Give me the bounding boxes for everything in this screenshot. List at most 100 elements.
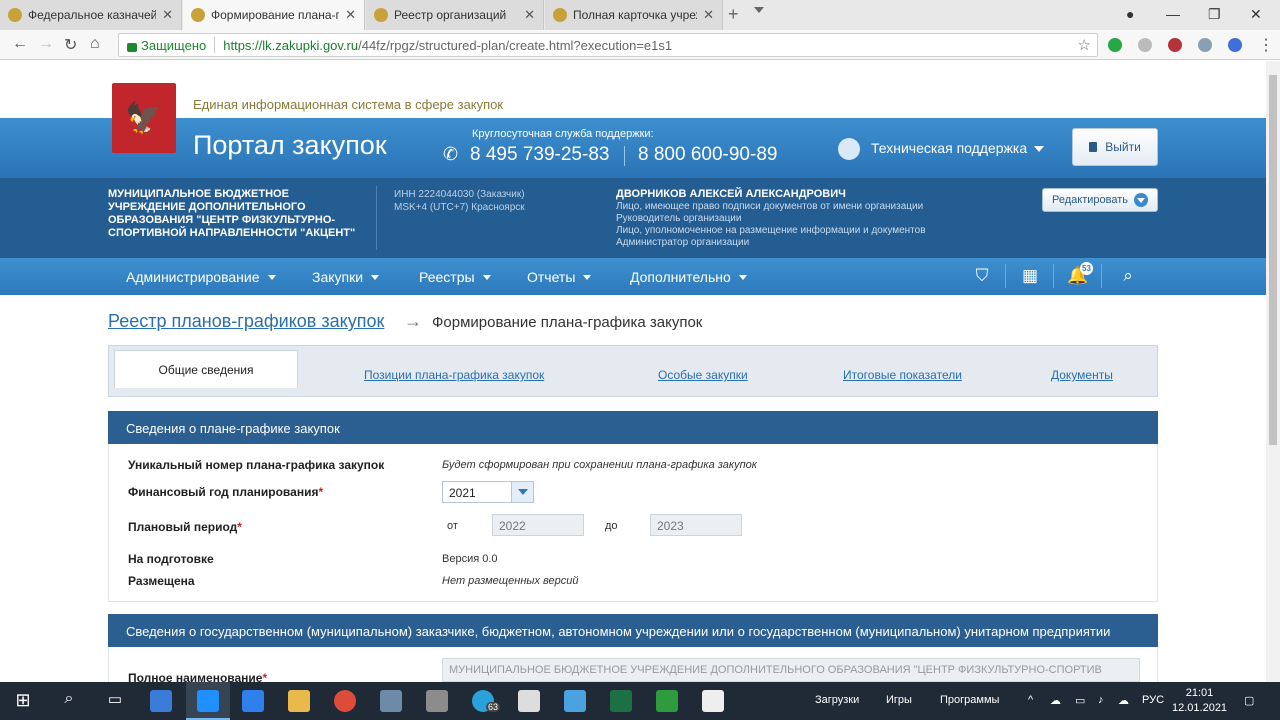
cloud-sync-icon[interactable]: ☁ bbox=[1118, 694, 1129, 707]
extension-icon[interactable] bbox=[1108, 38, 1122, 52]
shield-icon[interactable]: ⛉ bbox=[971, 265, 993, 287]
tab-list-chevron-icon[interactable] bbox=[754, 7, 764, 13]
fin-year-select[interactable]: 2021 bbox=[442, 481, 534, 503]
browser-tab-active[interactable]: Формирование плана-г ✕ bbox=[183, 0, 365, 30]
profile-icon[interactable]: ● bbox=[1126, 6, 1134, 22]
new-tab-icon[interactable]: + bbox=[728, 4, 739, 25]
reload-icon[interactable]: ↻ bbox=[64, 35, 77, 55]
app-icon[interactable] bbox=[426, 690, 448, 712]
phone-icon: ✆ bbox=[443, 144, 459, 164]
menu-item-label: Закупки bbox=[312, 269, 364, 285]
tab-general-info[interactable]: Общие сведения bbox=[114, 350, 298, 388]
in-preparation-value: Версия 0.0 bbox=[442, 553, 498, 565]
chevron-down-icon bbox=[371, 274, 380, 280]
cloud-icon[interactable]: ☁ bbox=[1050, 694, 1061, 707]
app-icon[interactable] bbox=[197, 690, 219, 712]
volume-icon[interactable]: ♪ bbox=[1098, 694, 1104, 706]
divider bbox=[1005, 264, 1006, 288]
tab-plan-positions[interactable]: Позиции плана-графика закупок bbox=[364, 368, 544, 382]
language-indicator[interactable]: РУС bbox=[1142, 694, 1164, 706]
tab-documents[interactable]: Документы bbox=[1051, 368, 1113, 382]
coat-of-arms-icon bbox=[374, 8, 388, 22]
menu-item-label: Реестры bbox=[419, 269, 475, 285]
support-phone-1: 8 495 739-25-83 bbox=[470, 144, 610, 165]
maximize-icon[interactable]: ❐ bbox=[1208, 6, 1221, 23]
folder-icon[interactable] bbox=[288, 690, 310, 712]
browser-tab[interactable]: Полная карточка учреж ✕ bbox=[545, 0, 723, 30]
full-name-label: Полное наименование* bbox=[128, 671, 267, 682]
user-name: ДВОРНИКОВ АЛЕКСЕЙ АЛЕКСАНДРОВИЧ bbox=[616, 188, 846, 200]
organization-timezone: MSK+4 (UTC+7) Красноярск bbox=[394, 202, 525, 213]
app-icon[interactable] bbox=[150, 690, 172, 712]
ie-icon[interactable] bbox=[242, 690, 264, 712]
tab-special-purchases[interactable]: Особые закупки bbox=[658, 368, 748, 382]
window-close-icon[interactable]: ✕ bbox=[1250, 6, 1262, 23]
tab-totals[interactable]: Итоговые показатели bbox=[843, 368, 962, 382]
back-icon[interactable]: ← bbox=[12, 35, 28, 53]
notification-count-badge: 53 bbox=[1080, 262, 1093, 275]
close-icon[interactable]: ✕ bbox=[162, 7, 173, 23]
browser-menu-icon[interactable]: ⋮ bbox=[1258, 35, 1274, 55]
chevron-down-icon bbox=[1134, 193, 1148, 207]
clock[interactable]: 21:01 12.01.2021 bbox=[1172, 686, 1227, 716]
minimize-icon[interactable]: — bbox=[1166, 6, 1180, 22]
windows-start-icon[interactable]: ⊞ bbox=[12, 690, 34, 712]
app-icon[interactable] bbox=[702, 690, 724, 712]
excel-icon[interactable] bbox=[610, 690, 632, 712]
coat-of-arms-logo: 🦅 bbox=[112, 83, 176, 153]
logout-button[interactable]: Выйти bbox=[1072, 128, 1158, 166]
organization-details: ИНН 2224044030 (Заказчик) MSK+4 (UTC+7) … bbox=[394, 188, 525, 214]
portal-title[interactable]: Портал закупок bbox=[193, 130, 387, 161]
forward-icon[interactable]: → bbox=[38, 35, 54, 53]
clock-date: 12.01.2021 bbox=[1172, 702, 1228, 714]
user-info: ДВОРНИКОВ АЛЕКСЕЙ АЛЕКСАНДРОВИЧ Лицо, им… bbox=[616, 188, 926, 249]
home-icon[interactable]: ⌂ bbox=[90, 35, 100, 53]
extension-icon[interactable] bbox=[1228, 38, 1242, 52]
calculator-icon[interactable] bbox=[380, 690, 402, 712]
search-icon[interactable]: ⌕ bbox=[58, 690, 80, 712]
menu-item-reports[interactable]: Отчеты bbox=[527, 269, 592, 285]
menu-item-administration[interactable]: Администрирование bbox=[126, 269, 276, 285]
extension-icon[interactable] bbox=[1138, 38, 1152, 52]
url-field[interactable]: Защищено https://lk.zakupki.gov.ru /44fz… bbox=[118, 33, 1098, 57]
main-menu: Администрирование Закупки Реестры Отчеты… bbox=[0, 258, 1266, 295]
scrollbar-thumb[interactable] bbox=[1269, 75, 1277, 445]
tray-chevron-icon[interactable]: ^ bbox=[1028, 694, 1033, 706]
organization-inn: ИНН 2224044030 (Заказчик) bbox=[394, 189, 525, 200]
close-icon[interactable]: ✕ bbox=[345, 7, 356, 23]
browser-tab[interactable]: Реестр организаций ✕ bbox=[366, 0, 544, 30]
edit-button[interactable]: Редактировать bbox=[1042, 188, 1158, 212]
writer-icon[interactable] bbox=[518, 690, 540, 712]
bookmark-star-icon[interactable]: ☆ bbox=[1078, 36, 1091, 54]
fin-year-value: 2021 bbox=[449, 486, 476, 500]
telegram-badge: 63 bbox=[486, 702, 501, 712]
app-icon[interactable] bbox=[564, 690, 586, 712]
coat-of-arms-icon bbox=[553, 8, 567, 22]
user-support-icon bbox=[838, 138, 860, 160]
close-icon[interactable]: ✕ bbox=[524, 7, 535, 23]
required-mark: * bbox=[318, 485, 324, 499]
extension-icon[interactable] bbox=[1198, 38, 1212, 52]
chevron-down-icon[interactable] bbox=[1034, 146, 1044, 152]
network-icon[interactable]: ▭ bbox=[1075, 694, 1085, 707]
tech-support-link[interactable]: Техническая поддержка bbox=[871, 140, 1027, 156]
app-icon[interactable] bbox=[656, 690, 678, 712]
toolbar-downloads[interactable]: Загрузки bbox=[815, 694, 859, 706]
user-role: Лицо, уполномоченное на размещение инфор… bbox=[616, 225, 926, 236]
toolbar-programs[interactable]: Программы bbox=[940, 694, 999, 706]
menu-item-additional[interactable]: Дополнительно bbox=[630, 269, 747, 285]
extension-icon[interactable] bbox=[1168, 38, 1182, 52]
chrome-icon[interactable] bbox=[334, 690, 356, 712]
close-icon[interactable]: ✕ bbox=[703, 7, 714, 23]
task-view-icon[interactable]: ▭ bbox=[104, 690, 126, 712]
calendar-icon[interactable]: ▦ bbox=[1019, 265, 1041, 287]
browser-tab[interactable]: Федеральное казначей ✕ bbox=[0, 0, 182, 30]
unique-number-value: Будет сформирован при сохранении плана-г… bbox=[442, 459, 757, 471]
book-search-icon[interactable]: ⌕ bbox=[1117, 265, 1139, 287]
menu-item-purchases[interactable]: Закупки bbox=[312, 269, 380, 285]
toolbar-games[interactable]: Игры bbox=[886, 694, 912, 706]
notifications-icon[interactable]: ▢ bbox=[1244, 694, 1254, 707]
menu-item-registries[interactable]: Реестры bbox=[419, 269, 491, 285]
chevron-down-icon[interactable] bbox=[511, 482, 533, 502]
breadcrumb-link[interactable]: Реестр планов-графиков закупок bbox=[108, 311, 384, 332]
